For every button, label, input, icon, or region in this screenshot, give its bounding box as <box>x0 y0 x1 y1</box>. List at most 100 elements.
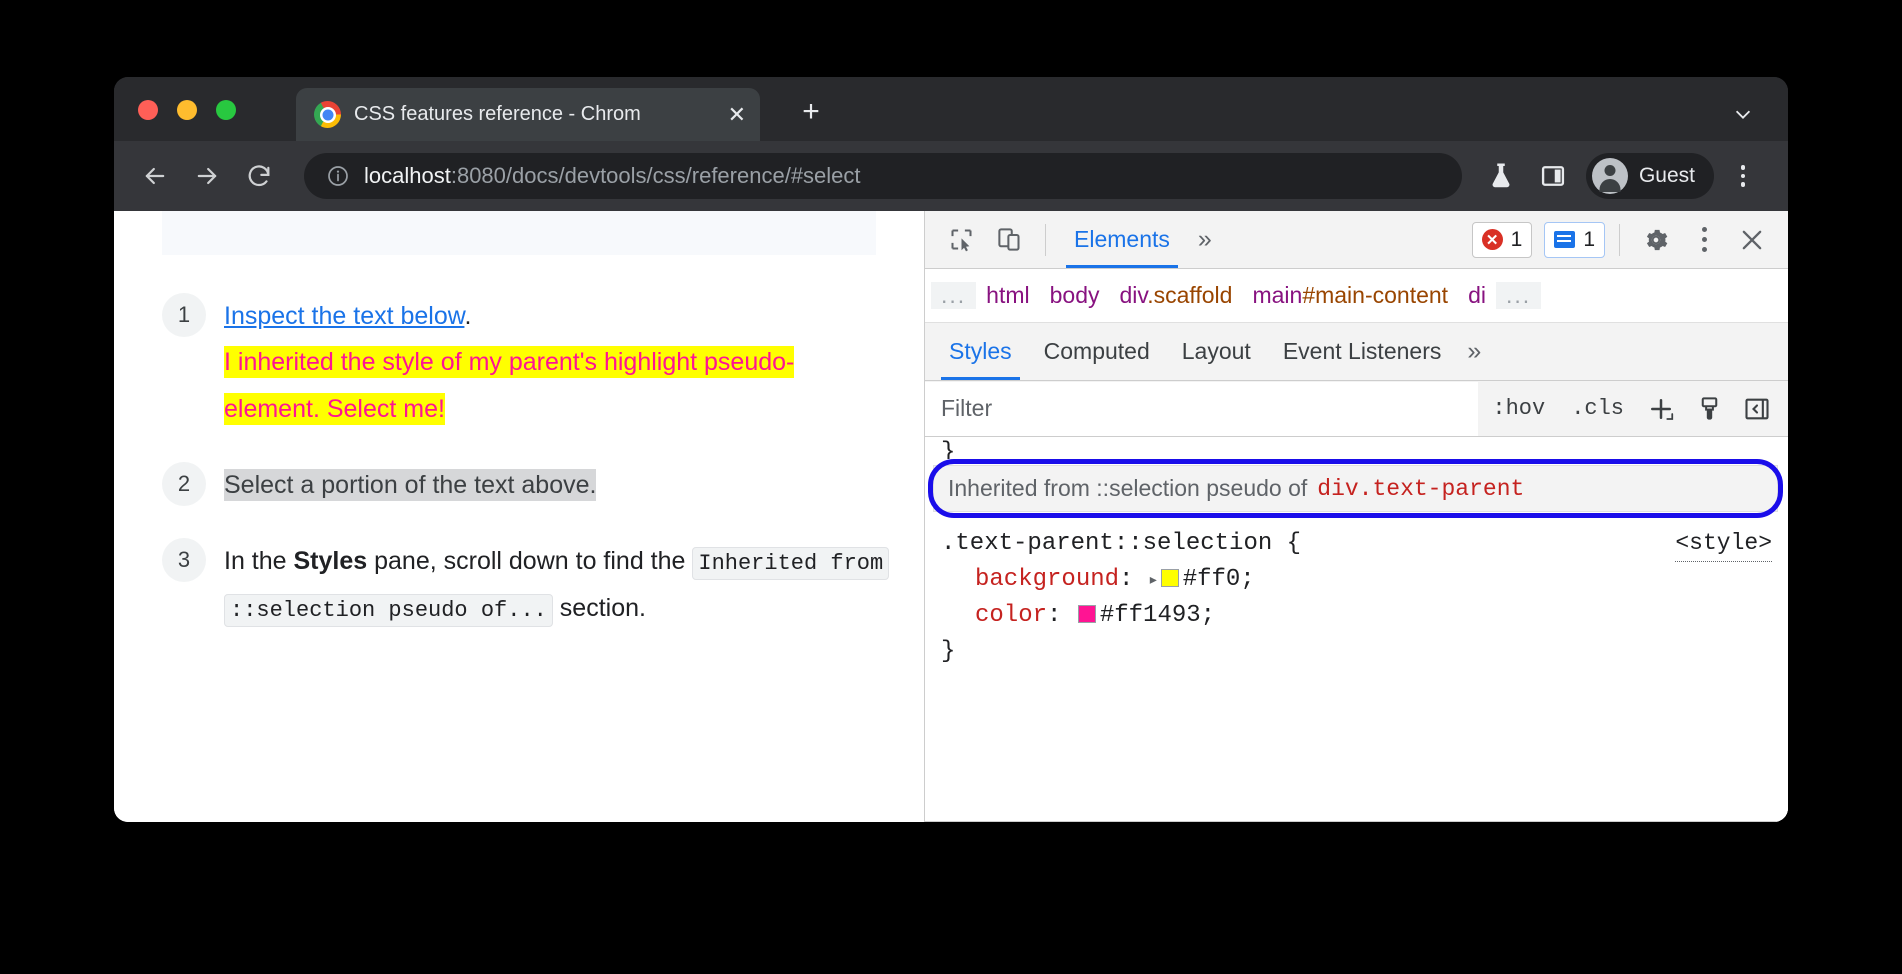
message-icon <box>1554 231 1575 248</box>
minimize-window-button[interactable] <box>177 100 197 120</box>
css-property-value[interactable]: #ff1493; <box>1100 602 1215 629</box>
color-swatch[interactable] <box>1161 569 1179 587</box>
error-icon: ✕ <box>1482 229 1503 250</box>
list-item: 1 Inspect the text below. I inherited th… <box>162 291 884 432</box>
info-icon[interactable] <box>326 164 350 188</box>
step-period: . <box>464 302 471 330</box>
breadcrumb-item-main-content[interactable]: main#main-content <box>1242 282 1458 309</box>
styles-empty-area <box>925 821 1788 822</box>
close-window-button[interactable] <box>138 100 158 120</box>
colon: : <box>1047 602 1076 629</box>
tab-strip: CSS features reference - Chrom ✕ + <box>114 77 1788 141</box>
color-swatch[interactable] <box>1078 605 1096 623</box>
list-item: 3 In the Styles pane, scroll down to fin… <box>162 536 884 631</box>
tab-title: CSS features reference - Chrom <box>354 103 715 126</box>
previous-rule-brace: } <box>925 437 1788 459</box>
breadcrumb: ... html body div.scaffold main#main-con… <box>925 269 1788 323</box>
inherited-from-selector[interactable]: div.text-parent <box>1317 476 1524 502</box>
reload-icon[interactable] <box>236 153 282 199</box>
flask-icon[interactable] <box>1478 153 1524 199</box>
three-dot-menu-icon[interactable] <box>1720 153 1766 199</box>
toggle-sidebar-icon[interactable] <box>1734 386 1780 432</box>
devtools-panel: Elements » ✕ 1 1 <box>924 211 1788 822</box>
list-item: 2 Select a portion of the text above. <box>162 460 884 508</box>
styles-content: } Inherited from ::selection pseudo of d… <box>925 437 1788 822</box>
tab-elements[interactable]: Elements <box>1060 212 1184 268</box>
side-panel-icon[interactable] <box>1530 153 1576 199</box>
inherited-from-section-header[interactable]: Inherited from ::selection pseudo of div… <box>933 465 1778 512</box>
chrome-logo-icon <box>314 101 341 128</box>
error-count: 1 <box>1511 228 1523 252</box>
profile-button[interactable]: Guest <box>1586 153 1714 199</box>
tab-styles[interactable]: Styles <box>933 323 1028 380</box>
hover-state-button[interactable]: :hov <box>1480 396 1557 421</box>
web-page-content: 1 Inspect the text below. I inherited th… <box>114 211 924 822</box>
three-dot-menu-icon[interactable] <box>1682 218 1726 262</box>
new-tab-button[interactable]: + <box>794 96 828 130</box>
tab-event-listeners[interactable]: Event Listeners <box>1267 323 1458 380</box>
crumb-class: .scaffold <box>1147 282 1232 308</box>
breadcrumb-ellipsis-left[interactable]: ... <box>931 282 976 309</box>
step-text: In the Styles pane, scroll down to find … <box>224 536 884 631</box>
step-text: Select a portion of the text above. <box>224 460 884 508</box>
close-icon[interactable] <box>1730 218 1774 262</box>
breadcrumb-ellipsis-right[interactable]: ... <box>1496 282 1541 309</box>
stylesheet-source-link[interactable]: <style> <box>1675 526 1772 562</box>
more-panes-icon[interactable]: » <box>1457 337 1491 366</box>
search-input[interactable] <box>925 382 1478 436</box>
breadcrumb-item-div-scaffold[interactable]: div.scaffold <box>1110 282 1243 309</box>
browser-tab[interactable]: CSS features reference - Chrom ✕ <box>296 88 760 141</box>
inspect-text-link[interactable]: Inspect the text below <box>224 302 464 330</box>
plus-icon[interactable] <box>1638 386 1684 432</box>
css-rule: <style> .text-parent::selection { backgr… <box>925 512 1788 670</box>
steps-list: 1 Inspect the text below. I inherited th… <box>162 291 884 659</box>
tab-computed[interactable]: Computed <box>1028 323 1166 380</box>
breadcrumb-item-html[interactable]: html <box>976 282 1039 309</box>
paint-brush-icon[interactable] <box>1686 386 1732 432</box>
highlighted-sample-text[interactable]: I inherited the style of my parent's hig… <box>224 346 794 424</box>
css-selector[interactable]: .text-parent::selection { <box>941 526 1788 562</box>
divider <box>1045 224 1046 256</box>
breadcrumb-item-div[interactable]: di <box>1458 282 1496 309</box>
maximize-window-button[interactable] <box>216 100 236 120</box>
colon: : <box>1119 566 1148 593</box>
browser-window: CSS features reference - Chrom ✕ + <box>114 77 1788 822</box>
css-property-name[interactable]: color <box>975 602 1047 629</box>
message-count-badge[interactable]: 1 <box>1544 222 1605 258</box>
css-close-brace: } <box>941 634 1788 670</box>
crumb-tag: div <box>1120 282 1148 308</box>
expand-shorthand-icon[interactable]: ▸ <box>1148 571 1159 591</box>
url-text: localhost:8080/docs/devtools/css/referen… <box>364 163 861 189</box>
divider <box>1619 224 1620 256</box>
css-declaration[interactable]: color: #ff1493; <box>941 598 1788 634</box>
breadcrumb-item-body[interactable]: body <box>1040 282 1110 309</box>
step3-text-2: pane, scroll down to find the <box>367 547 692 575</box>
styles-pane-tabs: Styles Computed Layout Event Listeners » <box>925 323 1788 381</box>
address-bar[interactable]: localhost:8080/docs/devtools/css/referen… <box>304 153 1462 199</box>
forward-arrow-icon[interactable] <box>184 153 230 199</box>
css-property-name[interactable]: background <box>975 566 1119 593</box>
step-number: 2 <box>162 462 206 506</box>
close-tab-button[interactable]: ✕ <box>728 104 746 126</box>
step-number: 3 <box>162 538 206 582</box>
url-host: localhost <box>364 163 451 188</box>
class-toggle-button[interactable]: .cls <box>1559 396 1636 421</box>
step3-text-3: section. <box>553 594 646 622</box>
css-property-value[interactable]: #ff0; <box>1183 566 1255 593</box>
css-declaration[interactable]: background: ▸ #ff0; <box>941 562 1788 598</box>
inspect-element-icon[interactable] <box>939 218 983 262</box>
tab-layout[interactable]: Layout <box>1166 323 1267 380</box>
back-arrow-icon[interactable] <box>132 153 178 199</box>
chevron-down-icon[interactable] <box>1726 97 1760 131</box>
inherited-from-label: Inherited from ::selection pseudo of <box>948 475 1307 502</box>
error-count-badge[interactable]: ✕ 1 <box>1472 222 1533 258</box>
url-path: :8080/docs/devtools/css/reference/#selec… <box>451 163 861 188</box>
device-toolbar-icon[interactable] <box>987 218 1031 262</box>
gear-icon[interactable] <box>1634 218 1678 262</box>
traffic-lights <box>138 100 236 120</box>
profile-name: Guest <box>1639 164 1695 188</box>
browser-toolbar: localhost:8080/docs/devtools/css/referen… <box>114 141 1788 211</box>
more-tabs-icon[interactable]: » <box>1188 225 1222 254</box>
crumb-tag: main <box>1252 282 1302 308</box>
crumb-id: #main-content <box>1302 282 1448 308</box>
